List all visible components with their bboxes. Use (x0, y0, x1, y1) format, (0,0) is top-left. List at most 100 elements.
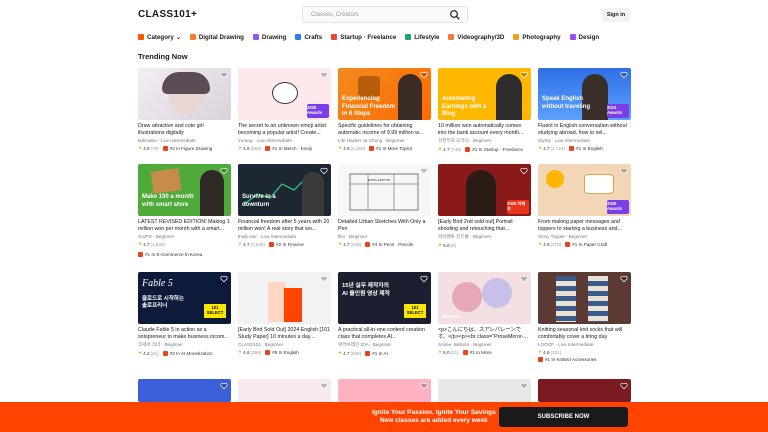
class-author: Yurang · Low Intermediate (238, 138, 292, 143)
search-input[interactable]: Classes, Creators (302, 6, 468, 23)
class-card[interactable]: Automating Earnings with a Blog 10 millio… (438, 68, 531, 152)
rating: 5.0 (443, 349, 450, 355)
class-thumbnail[interactable]: 2025 Awards (238, 68, 331, 120)
class-card[interactable]: 2025 어워즈 [Early Bird 2nd sold out] Portra… (438, 164, 531, 248)
class-card[interactable]: KENGAZETTE Detailed Urban Sketches With O… (338, 164, 431, 247)
class-thumbnail[interactable] (138, 68, 231, 120)
class-title[interactable]: From making paper messages and toppers t… (538, 219, 631, 233)
heart-icon[interactable] (320, 167, 328, 175)
heart-icon[interactable] (520, 382, 528, 390)
heart-icon[interactable] (220, 167, 228, 175)
class-thumbnail[interactable] (238, 272, 331, 324)
category-label: Videography/3D (457, 33, 505, 41)
category-startup-freelance[interactable]: Startup · Freelance (331, 34, 396, 41)
class-thumbnail[interactable]: Survive in a downturn (238, 164, 331, 216)
review-count: (749) (450, 146, 462, 152)
class-thumbnail[interactable] (538, 272, 631, 324)
star-icon: ★ (438, 146, 443, 151)
class-card[interactable]: Draw attractive and cute girl illustrati… (138, 68, 231, 151)
heart-icon[interactable] (620, 167, 628, 175)
heart-icon[interactable] (520, 275, 528, 283)
heart-icon[interactable] (620, 71, 628, 79)
class-card-partial[interactable] (438, 379, 531, 402)
class-title[interactable]: LATEST REVISED EDITION! Making 1 million… (138, 219, 231, 233)
class-title[interactable]: Detailed Urban Sketches With Only a Pen (338, 219, 431, 233)
heart-icon[interactable] (420, 275, 428, 283)
heart-icon[interactable] (220, 382, 228, 390)
banner-line-2: New classes are added every week (380, 417, 488, 425)
class-thumbnail[interactable]: 2025 Awards (538, 164, 631, 216)
class-card-partial[interactable] (538, 379, 631, 402)
class-card-partial[interactable] (338, 379, 431, 402)
class-thumbnail[interactable]: Experiencing Financial Freedom in 6 Step… (338, 68, 431, 120)
class-title[interactable]: [Early Bird 2nd sold out] Portrait shoot… (438, 219, 531, 233)
class-card-partial[interactable] (138, 379, 231, 402)
class-thumbnail[interactable]: Reviews (438, 272, 531, 324)
class-thumbnail[interactable]: Make 100 a month with smart store (138, 164, 231, 216)
class-title[interactable]: Claude Fable 5 in action as a solopreneu… (138, 327, 231, 341)
sign-in-button[interactable]: Sign in (602, 8, 630, 22)
class-thumbnail[interactable]: Automating Earnings with a Blog (438, 68, 531, 120)
class-title[interactable]: Draw attractive and cute girl illustrati… (138, 123, 231, 137)
class-card[interactable]: Experiencing Financial Freedom in 6 Step… (338, 68, 431, 151)
class-title[interactable]: [Early Bird Sold Out] 2024 English [101 … (238, 327, 331, 341)
class-card[interactable]: 15년 실무 제작자의 AI 올인원 영상 제작 101 SELECT A pract… (338, 272, 431, 356)
class-meta: ★ 4.9 (78) #2 In Figure Drawing (138, 145, 231, 151)
heart-icon[interactable] (320, 382, 328, 390)
class-card[interactable]: 2025 Awards From making paper messages an… (538, 164, 631, 247)
class-title[interactable]: Financial freedom after 5 years with 20 … (238, 219, 331, 233)
class-card[interactable]: Reviews <p>こんにちは、スアレパレーンです。</p><p><br cla… (438, 272, 531, 355)
category-crafts[interactable]: Crafts (295, 34, 322, 41)
category-lifestyle[interactable]: Lifestyle (405, 34, 439, 41)
heart-icon[interactable] (420, 382, 428, 390)
class-title[interactable]: A practical all-in-one content creation … (338, 327, 431, 341)
class-card[interactable]: [Early Bird Sold Out] 2024 English [101 … (238, 272, 331, 355)
category-label: Startup · Freelance (340, 33, 397, 41)
class-title[interactable]: Fluent in English conversation without s… (538, 123, 631, 137)
category-photography[interactable]: Photography (513, 34, 561, 41)
heart-icon[interactable] (420, 167, 428, 175)
category-videography[interactable]: Videography/3D (448, 34, 504, 41)
class-title[interactable]: <p>こんにちは、スアレパレーンです。</p><p><br class="Pro… (438, 327, 531, 341)
class-thumbnail[interactable]: KENGAZETTE (338, 164, 431, 216)
search-icon[interactable] (449, 9, 461, 21)
class-card[interactable]: Speak English without traveling 2024 Awar… (538, 68, 631, 151)
class-card-partial[interactable] (238, 379, 331, 402)
heart-icon[interactable] (620, 275, 628, 283)
rating: 4.7 (343, 350, 350, 356)
heart-icon[interactable] (220, 71, 228, 79)
heart-icon[interactable] (620, 382, 628, 390)
heart-icon[interactable] (520, 71, 528, 79)
class-meta: ★ 4.7 (1,845) #2 In Finance (238, 241, 331, 247)
category-design[interactable]: Design (569, 34, 599, 41)
review-count: (1,724) (550, 145, 566, 151)
class-title[interactable]: The secret to an unknown emoji artist be… (238, 123, 331, 137)
class-thumbnail[interactable]: Fable 5 클로드로 시작하는 솔로프리너 101 SELECT (138, 272, 231, 324)
heart-icon[interactable] (320, 71, 328, 79)
category-menu-button[interactable]: Category ⌄ (138, 34, 181, 41)
sketch-sign: KENGAZETTE (368, 178, 391, 182)
heart-icon[interactable] (520, 167, 528, 175)
class-title[interactable]: 10 million won automatically comes into … (438, 123, 531, 137)
class-card[interactable]: Survive in a downturn Financial freedom a… (238, 164, 331, 247)
subscribe-button[interactable]: SUBSCRIBE NOW (499, 407, 628, 427)
heart-icon[interactable] (320, 275, 328, 283)
class-card[interactable]: Make 100 a month with smart store LATEST … (138, 164, 231, 257)
class-title[interactable]: Specific guidelines for obtaining automa… (338, 123, 431, 137)
class-thumbnail[interactable]: Speak English without traveling 2024 Awar… (538, 68, 631, 120)
heart-icon[interactable] (220, 275, 228, 283)
class-card[interactable]: Fable 5 클로드로 시작하는 솔로프리너 101 SELECT Claude F… (138, 272, 231, 356)
rating: 5.0 (443, 242, 450, 248)
class-author: thejb.star · Low Intermediate (238, 234, 297, 239)
top-bar: CLASS101+ Classes, Creators Sign in (0, 0, 768, 30)
class-thumbnail[interactable]: 2025 어워즈 (438, 164, 531, 216)
logo[interactable]: CLASS101+ (138, 9, 197, 20)
scissors-icon (295, 34, 302, 40)
class-card[interactable]: Knitting seasonal knit socks that will c… (538, 272, 631, 362)
class-title[interactable]: Knitting seasonal knit socks that will c… (538, 327, 631, 341)
category-drawing[interactable]: Drawing (252, 34, 286, 41)
heart-icon[interactable] (420, 71, 428, 79)
class-thumbnail[interactable]: 15년 실무 제작자의 AI 올인원 영상 제작 101 SELECT (338, 272, 431, 324)
category-digital-drawing[interactable]: Digital Drawing (189, 34, 244, 41)
class-card[interactable]: 2025 Awards The secret to an unknown emoj… (238, 68, 331, 151)
